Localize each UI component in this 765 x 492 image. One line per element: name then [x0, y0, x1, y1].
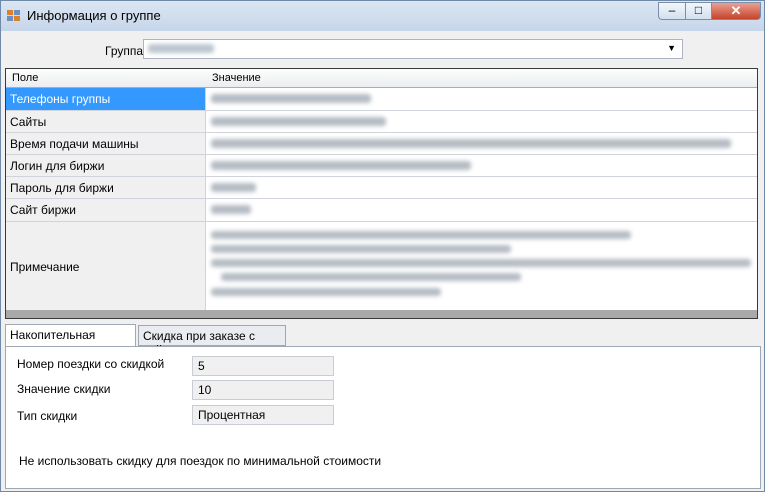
value-cell[interactable]: [207, 155, 757, 176]
field-cell: Телефоны группы: [6, 88, 206, 110]
value-cell[interactable]: [207, 111, 757, 132]
min-cost-discount-note[interactable]: Не использовать скидку для поездок по ми…: [19, 454, 381, 468]
field-cell: Время подачи машины: [6, 133, 206, 154]
minimize-button[interactable]: –: [658, 2, 686, 20]
maximize-icon: □: [694, 3, 703, 17]
field-cell: Пароль для биржи: [6, 177, 206, 198]
field-label: Сайты: [10, 115, 47, 129]
field-label: Пароль для биржи: [10, 181, 114, 195]
title-bar[interactable]: Информация о группе – □ ✕: [1, 1, 764, 31]
value-cell[interactable]: [207, 88, 757, 110]
grid-splitter[interactable]: [6, 310, 757, 318]
maximize-button[interactable]: □: [685, 2, 712, 20]
field-cell: Сайты: [6, 111, 206, 132]
tab-site-order-discount[interactable]: Скидка при заказе с сайта: [138, 325, 286, 357]
blurred-value: [211, 205, 251, 214]
blurred-value: [211, 183, 256, 192]
group-info-window: Информация о группе – □ ✕ Группа ▼ Поле …: [0, 0, 765, 492]
value-cell[interactable]: [207, 133, 757, 154]
blurred-note-line: [221, 273, 521, 281]
grid-row-exchange-password[interactable]: Пароль для биржи: [6, 177, 757, 199]
properties-grid: Поле Значение Телефоны группы Сайты Врем…: [5, 68, 758, 319]
field-label: Логин для биржи: [10, 159, 105, 173]
discount-type-label: Тип скидки: [17, 409, 78, 423]
grid-row-exchange-site[interactable]: Сайт биржи: [6, 199, 757, 222]
blurred-value: [211, 139, 731, 148]
blurred-value: [211, 117, 386, 126]
group-selector-row: Группа ▼: [1, 31, 764, 67]
window-title: Информация о группе: [27, 8, 161, 23]
field-cell: Сайт биржи: [6, 199, 206, 221]
grid-header: Поле Значение: [6, 69, 757, 88]
grid-row-exchange-login[interactable]: Логин для биржи: [6, 155, 757, 177]
grid-row-phones[interactable]: Телефоны группы: [6, 88, 757, 111]
value-cell[interactable]: [207, 177, 757, 198]
field-label: Примечание: [10, 260, 80, 274]
value-cell[interactable]: [207, 222, 757, 310]
close-button[interactable]: ✕: [711, 2, 761, 20]
group-combobox[interactable]: ▼: [143, 39, 683, 59]
close-icon: ✕: [730, 3, 742, 18]
app-grid-icon: [7, 10, 20, 21]
grid-row-note[interactable]: Примечание: [6, 222, 757, 310]
grid-row-pickup-time[interactable]: Время подачи машины: [6, 133, 757, 155]
value-cell[interactable]: [207, 199, 757, 221]
group-label: Группа: [105, 44, 144, 58]
field-cell: Логин для биржи: [6, 155, 206, 176]
discount-value-field[interactable]: 10: [192, 380, 334, 400]
blurred-note-line: [211, 245, 511, 253]
discount-value-label: Значение скидки: [17, 382, 111, 396]
blurred-value: [211, 161, 471, 170]
blurred-note-line: [211, 259, 751, 267]
blurred-value: [211, 94, 371, 103]
grid-row-sites[interactable]: Сайты: [6, 111, 757, 133]
tab-cumulative-discount[interactable]: Накопительная скидка: [5, 324, 136, 356]
minimize-icon: –: [668, 3, 676, 17]
blurred-note-line: [211, 231, 631, 239]
field-label: Телефоны группы: [10, 92, 111, 106]
group-value-blurred: [148, 44, 214, 53]
blurred-note-line: [211, 288, 441, 296]
discount-panel: Номер поездки со скидкой 5 Значение скид…: [5, 346, 761, 489]
trip-number-label: Номер поездки со скидкой: [17, 357, 165, 371]
field-cell: Примечание: [6, 222, 206, 310]
column-header-value[interactable]: Значение: [212, 72, 261, 84]
column-header-field[interactable]: Поле: [12, 72, 38, 84]
chevron-down-icon[interactable]: ▼: [667, 43, 676, 53]
trip-number-field[interactable]: 5: [192, 356, 334, 376]
field-label: Время подачи машины: [10, 137, 139, 151]
discount-type-field[interactable]: Процентная: [192, 405, 334, 425]
field-label: Сайт биржи: [10, 203, 76, 217]
